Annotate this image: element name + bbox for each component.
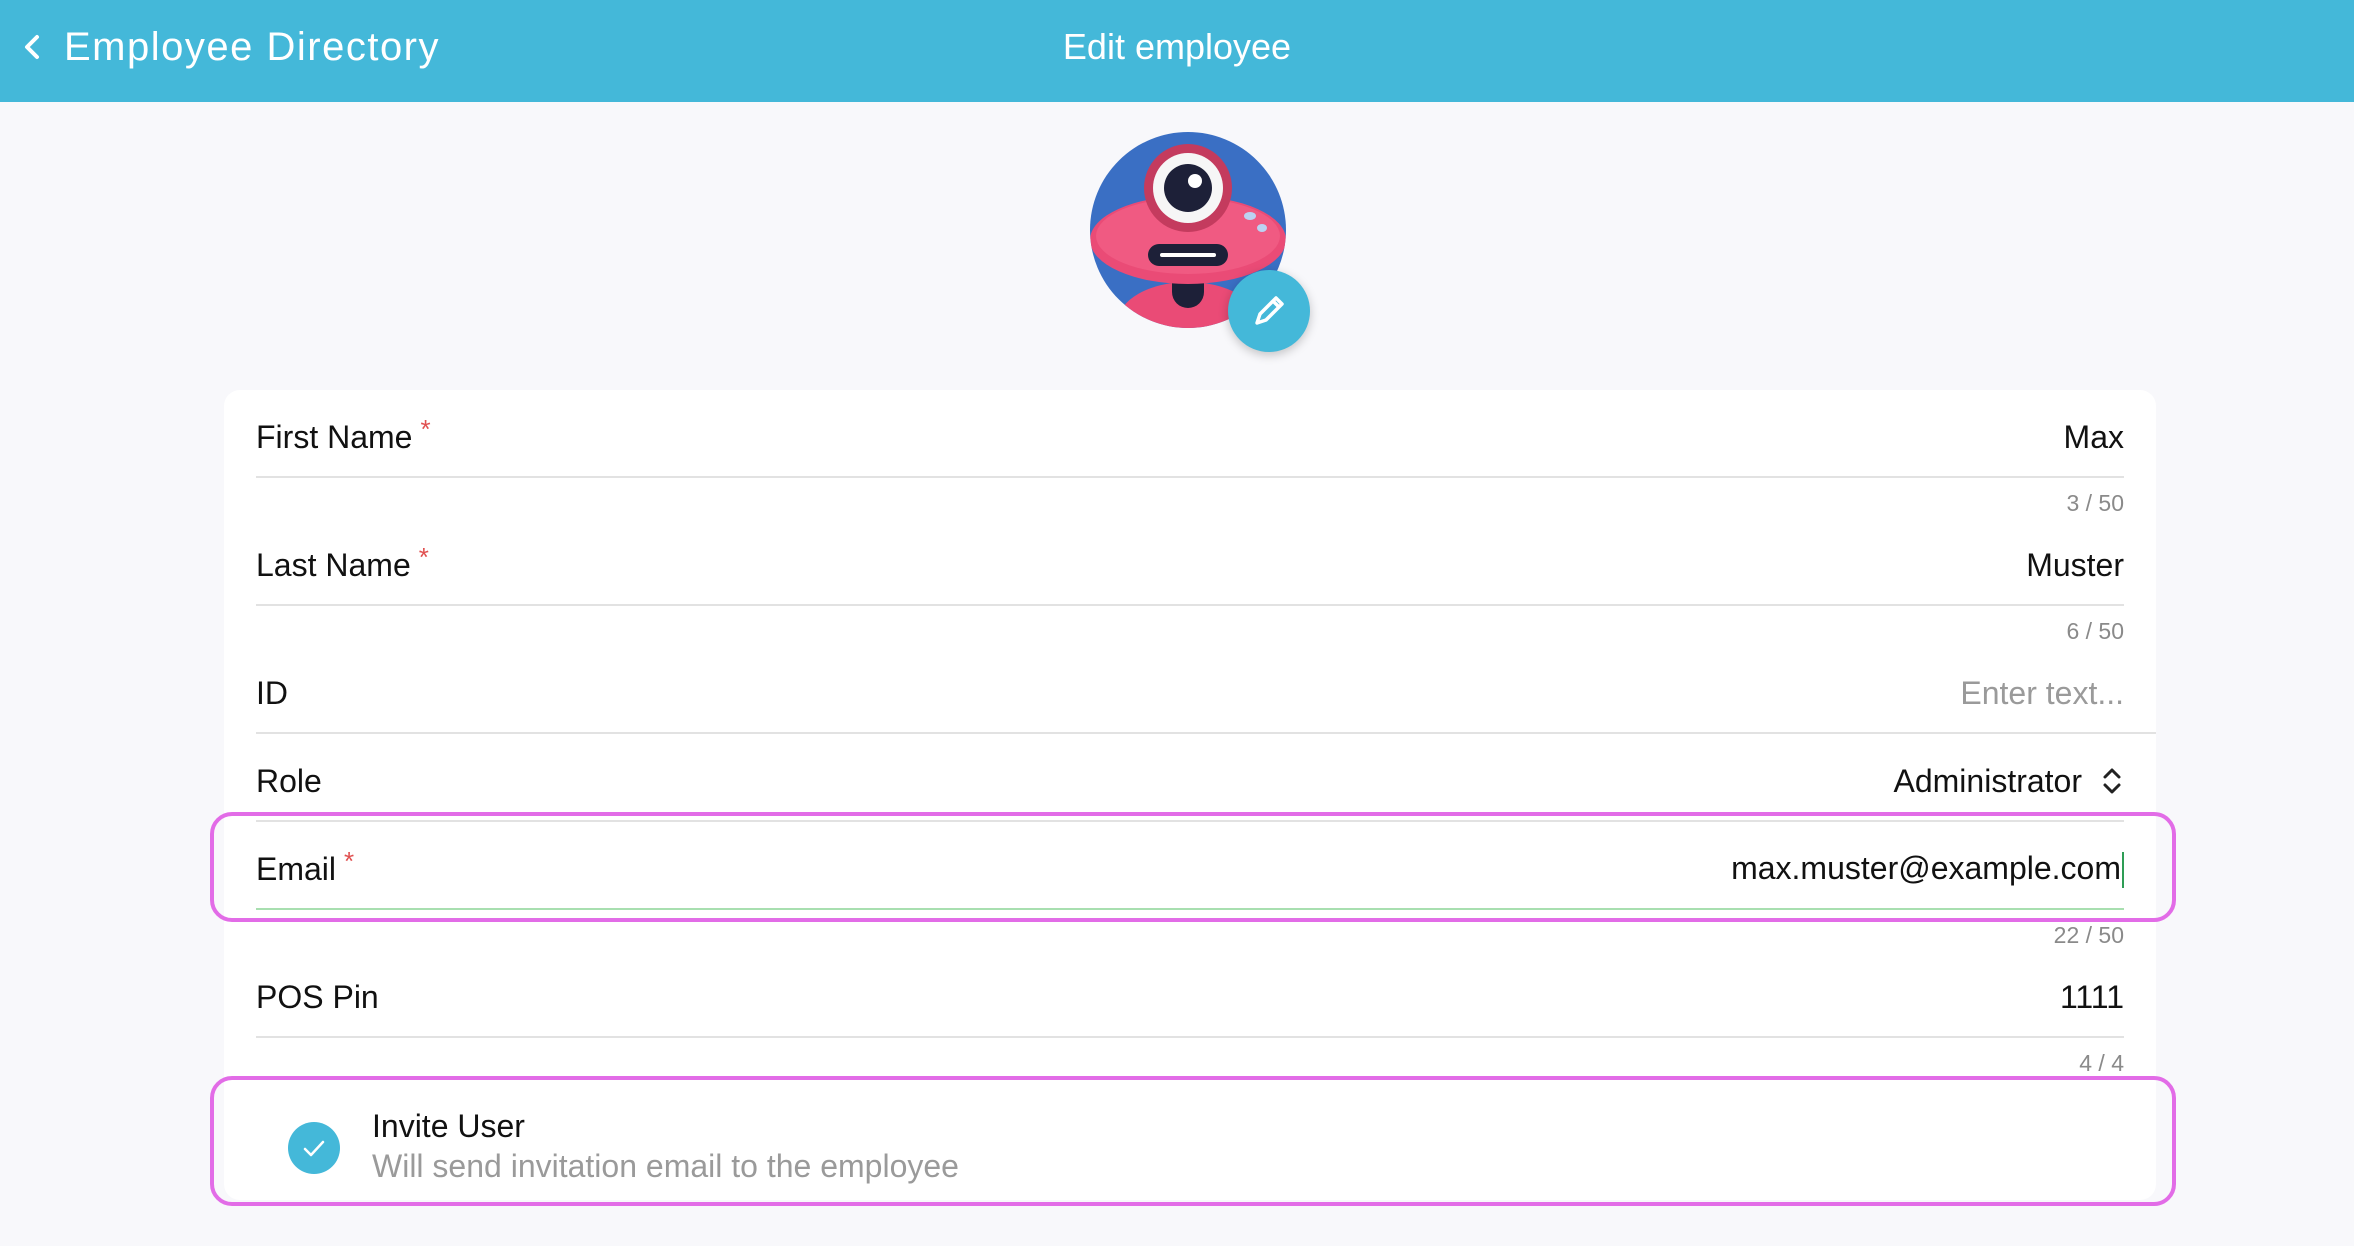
required-marker: * <box>420 413 431 444</box>
required-marker: * <box>344 845 355 876</box>
back-button[interactable]: Employee Directory <box>20 0 440 94</box>
last-name-counter: 6 / 50 <box>2066 618 2124 644</box>
email-field[interactable]: Email * max.muster@example.com <box>256 826 2124 912</box>
role-select[interactable]: Administrator <box>1894 763 2125 800</box>
avatar[interactable] <box>1090 132 1310 354</box>
back-label: Employee Directory <box>64 24 441 69</box>
required-marker: * <box>418 541 429 572</box>
pos-pin-counter: 4 / 4 <box>2079 1050 2124 1076</box>
divider <box>256 732 2156 734</box>
chevron-left-icon <box>25 35 39 59</box>
first-name-label: First Name * <box>256 413 431 455</box>
id-field[interactable]: ID Enter text... <box>256 650 2124 736</box>
pos-pin-input[interactable]: 1111 <box>2060 979 2124 1016</box>
last-name-input[interactable]: Muster <box>2026 547 2124 584</box>
invite-user-subtitle: Will send invitation email to the employ… <box>372 1148 959 1184</box>
up-down-chevron-icon <box>2103 768 2121 794</box>
top-bar: Employee Directory Edit employee <box>0 0 2354 102</box>
last-name-field[interactable]: Last Name * Muster <box>256 522 2124 608</box>
first-name-field[interactable]: First Name * Max <box>256 394 2124 480</box>
role-field[interactable]: Role Administrator <box>256 738 2124 824</box>
last-name-label: Last Name * <box>256 541 429 583</box>
role-label: Role <box>256 762 322 799</box>
invite-user-title: Invite User <box>372 1108 525 1144</box>
role-value: Administrator <box>1893 762 2083 799</box>
edit-avatar-button[interactable] <box>1228 270 1310 352</box>
email-label: Email * <box>256 845 355 887</box>
pos-pin-label: POS Pin <box>256 978 379 1015</box>
divider <box>256 476 2124 478</box>
divider-focused <box>256 908 2124 910</box>
email-counter: 22 / 50 <box>2053 922 2124 948</box>
invite-user-checkbox[interactable] <box>288 1122 340 1174</box>
divider <box>256 820 2124 822</box>
divider <box>256 604 2124 606</box>
email-input[interactable]: max.muster@example.com <box>1731 850 2124 889</box>
employee-form-card: First Name * Max 3 / 50 Last Name * Must… <box>224 390 2156 1200</box>
text-caret <box>2122 852 2124 889</box>
invite-user-option[interactable]: Invite User Will send invitation email t… <box>256 1100 2124 1184</box>
pencil-icon <box>1255 296 1284 325</box>
first-name-counter: 3 / 50 <box>2066 490 2124 516</box>
check-icon <box>303 1140 325 1157</box>
pos-pin-field[interactable]: POS Pin 1111 <box>256 954 2124 1040</box>
divider <box>256 1036 2124 1038</box>
first-name-input[interactable]: Max <box>2064 419 2124 456</box>
id-label: ID <box>256 674 288 711</box>
id-input[interactable]: Enter text... <box>1960 675 2124 712</box>
